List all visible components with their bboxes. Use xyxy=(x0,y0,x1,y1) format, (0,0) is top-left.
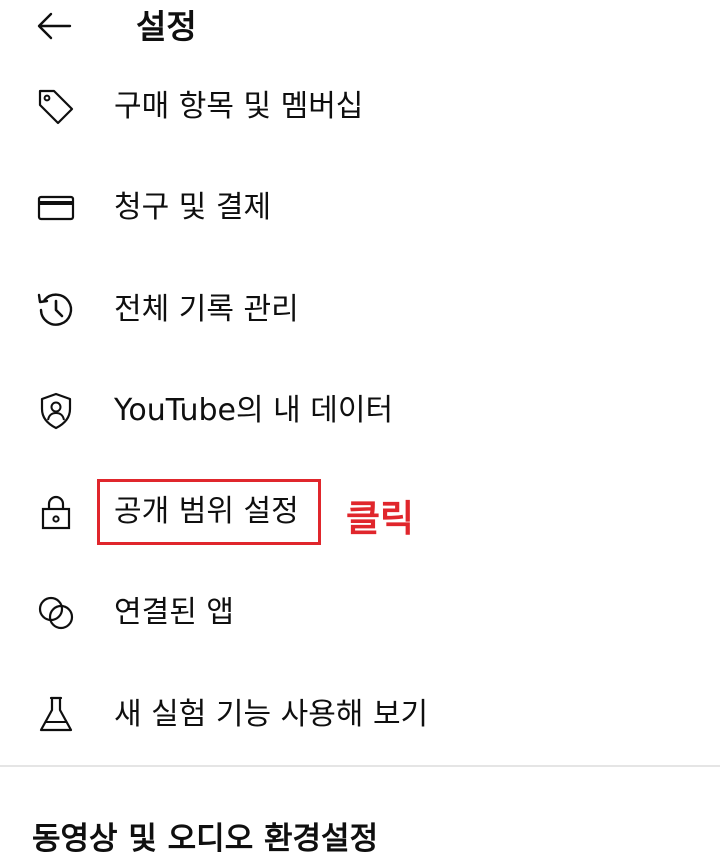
back-button[interactable] xyxy=(34,8,74,44)
section-title: 동영상 및 오디오 환경설정 xyxy=(32,821,379,857)
menu-item-connected-apps[interactable]: 연결된 앱 xyxy=(0,577,720,649)
shield-person-icon xyxy=(36,391,76,431)
tag-icon xyxy=(36,87,76,127)
page-title: 설정 xyxy=(136,7,197,46)
history-icon xyxy=(36,290,76,330)
menu-item-label: YouTube의 내 데이터 xyxy=(114,393,394,428)
menu-item-try-experimental-features[interactable]: 새 실험 기능 사용해 보기 xyxy=(0,679,720,751)
menu-item-purchases-memberships[interactable]: 구매 항목 및 멤버십 xyxy=(0,71,720,143)
menu-item-label: 구매 항목 및 멤버십 xyxy=(114,89,364,124)
menu-item-label: 연결된 앱 xyxy=(114,595,234,630)
arrow-left-icon xyxy=(36,12,72,40)
credit-card-icon xyxy=(36,188,76,228)
click-annotation: 클릭 xyxy=(346,497,415,540)
linked-circles-icon xyxy=(36,593,76,633)
menu-item-my-data-in-youtube[interactable]: YouTube의 내 데이터 xyxy=(0,375,720,447)
menu-item-label: 새 실험 기능 사용해 보기 xyxy=(114,697,429,732)
menu-item-billing-payments[interactable]: 청구 및 결제 xyxy=(0,172,720,244)
menu-item-history-management[interactable]: 전체 기록 관리 xyxy=(0,274,720,346)
app-header: 설정 xyxy=(0,0,720,60)
section-divider xyxy=(0,765,720,767)
lock-icon xyxy=(36,492,76,532)
highlight-box xyxy=(97,479,321,545)
menu-item-label: 전체 기록 관리 xyxy=(114,292,299,327)
menu-item-label: 청구 및 결제 xyxy=(114,190,272,225)
flask-icon xyxy=(36,695,76,735)
